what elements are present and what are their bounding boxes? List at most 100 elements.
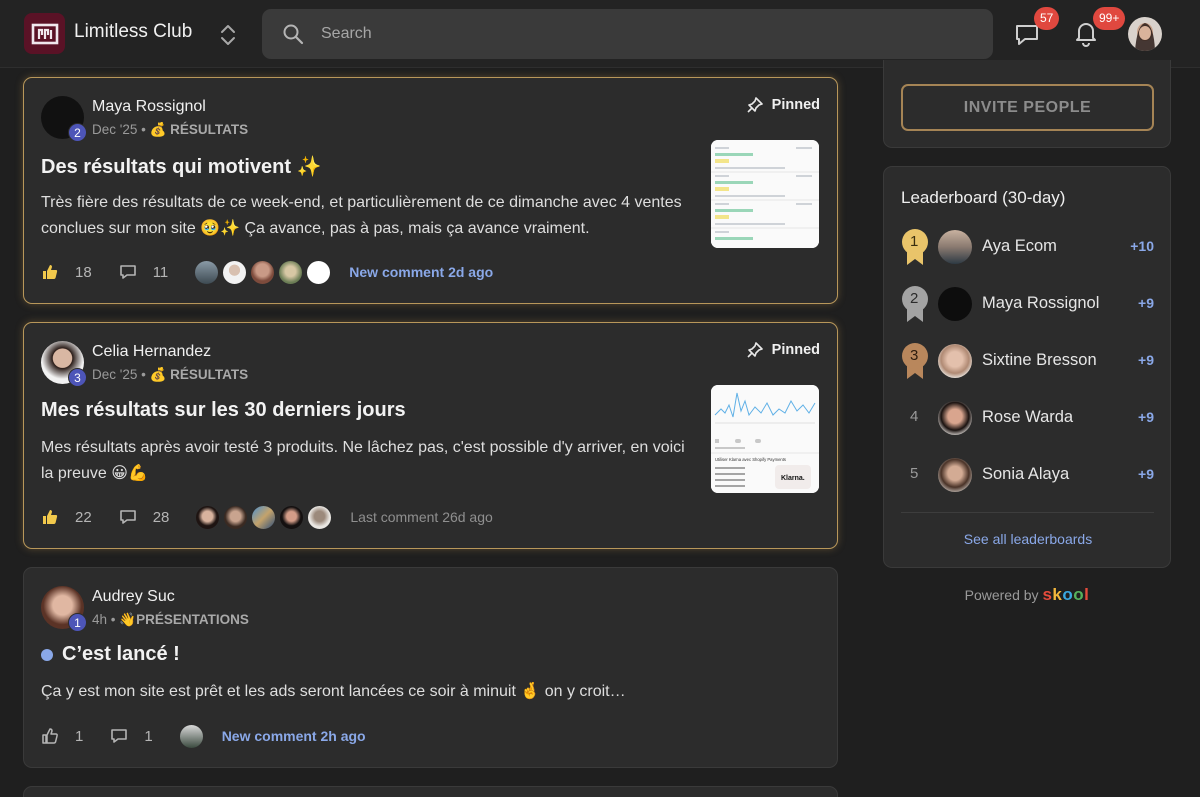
- last-activity[interactable]: New comment 2h ago: [222, 728, 366, 744]
- member-name[interactable]: Sonia Alaya: [982, 465, 1069, 484]
- member-avatar[interactable]: [938, 230, 972, 264]
- post-actions: 18 11 New comment 2d ago: [41, 257, 493, 287]
- thumbnail-caption: Utiliser Klarna avec Shopify Payments: [715, 457, 786, 462]
- category-emoji: 💰: [149, 367, 167, 382]
- member-points: +9: [1138, 295, 1154, 311]
- level-badge: 3: [68, 368, 87, 387]
- post-date: Dec '25: [92, 122, 138, 137]
- commenter-avatars: [177, 722, 206, 750]
- commenter-avatar[interactable]: [249, 258, 277, 286]
- comment-icon[interactable]: [110, 727, 128, 745]
- last-activity[interactable]: New comment 2d ago: [349, 264, 493, 280]
- commenter-avatar[interactable]: [306, 503, 334, 531]
- skool-logo: skool: [1042, 585, 1090, 604]
- post-actions: 1 1 New comment 2h ago: [41, 721, 366, 751]
- member-avatar[interactable]: [938, 344, 972, 378]
- comment-icon[interactable]: [119, 508, 137, 526]
- post-body: Ça y est mon site est prêt et les ads se…: [41, 683, 626, 700]
- post-title[interactable]: C’est lancé !: [62, 643, 180, 666]
- post-category[interactable]: RÉSULTATS: [170, 122, 248, 137]
- member-avatar[interactable]: [938, 401, 972, 435]
- notification-badge: 99+: [1093, 7, 1126, 30]
- post-category[interactable]: PRÉSENTATIONS: [136, 612, 249, 627]
- level-badge: 2: [68, 123, 87, 142]
- post-card[interactable]: 2 Maya Rossignol Dec '25 • 💰 RÉSULTATS P…: [23, 77, 838, 304]
- comment-icon[interactable]: [119, 263, 137, 281]
- commenter-avatar[interactable]: [250, 503, 278, 531]
- post-card[interactable]: 3 Celia Hernandez Dec '25 • 💰 RÉSULTATS …: [23, 322, 838, 549]
- club-name[interactable]: Limitless Club: [74, 21, 192, 43]
- last-activity[interactable]: Last comment 26d ago: [350, 509, 492, 525]
- commenter-avatar[interactable]: [278, 503, 306, 531]
- leaderboard-title: Leaderboard (30-day): [901, 188, 1066, 207]
- chat-badge: 57: [1034, 7, 1060, 30]
- search-input[interactable]: [321, 20, 961, 48]
- level-badge: 1: [68, 613, 87, 632]
- comment-count: 1: [144, 727, 153, 745]
- leaderboard-row[interactable]: 4 Rose Warda +9: [901, 398, 1154, 438]
- member-points: +9: [1138, 466, 1154, 482]
- category-emoji: 💰: [149, 122, 167, 137]
- unread-dot-icon: [41, 648, 53, 661]
- pin-icon: [747, 342, 763, 358]
- commenter-avatar[interactable]: [221, 258, 249, 286]
- category-emoji: 👋: [119, 612, 137, 627]
- commenter-avatar[interactable]: [222, 503, 250, 531]
- club-logo[interactable]: [24, 13, 65, 54]
- post-title[interactable]: Mes résultats sur les 30 derniers jours: [41, 399, 406, 422]
- leaderboard-row[interactable]: 2 Maya Rossignol +9: [901, 284, 1154, 324]
- invite-people-button[interactable]: INVITE PEOPLE: [901, 84, 1154, 131]
- like-icon[interactable]: [41, 727, 59, 745]
- post-date: Dec '25: [92, 367, 138, 382]
- post-actions: 22 28 Last comment 26d ago: [41, 502, 493, 532]
- member-avatar[interactable]: [938, 458, 972, 492]
- commenter-avatar[interactable]: [305, 258, 333, 286]
- user-avatar[interactable]: [1128, 17, 1162, 51]
- member-name[interactable]: Rose Warda: [982, 408, 1073, 427]
- leaderboard-row[interactable]: 5 Sonia Alaya +9: [901, 455, 1154, 495]
- comment-count: 28: [152, 508, 170, 526]
- commenter-avatars: [194, 503, 334, 531]
- rank-number: 4: [910, 408, 919, 425]
- analytics-screenshot-image: Utiliser Klarna avec Shopify Payments Kl…: [711, 385, 819, 493]
- switch-community-icon[interactable]: [218, 22, 238, 48]
- powered-by-label: Powered by: [964, 587, 1039, 603]
- rank-number: 5: [910, 465, 919, 482]
- powered-by[interactable]: Powered by skool: [883, 585, 1171, 605]
- post-title-row[interactable]: C’est lancé !: [41, 643, 180, 666]
- search-icon: [283, 24, 304, 45]
- rank-number: 1: [910, 233, 919, 250]
- leaderboard-row[interactable]: 1 Aya Ecom +10: [901, 227, 1154, 267]
- author-name[interactable]: Audrey Suc: [92, 588, 175, 606]
- search-bar[interactable]: [262, 9, 993, 59]
- post-category[interactable]: RÉSULTATS: [170, 367, 248, 382]
- member-name[interactable]: Aya Ecom: [982, 237, 1057, 256]
- klarna-logo: Klarna.: [781, 475, 805, 482]
- commenter-avatar[interactable]: [193, 258, 221, 286]
- post-meta: Dec '25 • 💰 RÉSULTATS: [92, 122, 249, 137]
- member-points: +10: [1130, 238, 1154, 254]
- like-count: 1: [75, 727, 84, 745]
- commenter-avatar[interactable]: [277, 258, 305, 286]
- post-body: Mes résultats après avoir testé 3 produi…: [41, 439, 685, 482]
- like-icon[interactable]: [41, 263, 59, 281]
- commenter-avatar[interactable]: [194, 503, 222, 531]
- member-points: +9: [1138, 409, 1154, 425]
- like-icon[interactable]: [41, 508, 59, 526]
- see-all-leaderboards-link[interactable]: See all leaderboards: [884, 531, 1172, 547]
- post-card-partial[interactable]: [23, 786, 838, 797]
- post-thumbnail[interactable]: Utiliser Klarna avec Shopify Payments Kl…: [711, 385, 819, 493]
- pinned-label: Pinned: [771, 96, 820, 113]
- member-avatar[interactable]: [938, 287, 972, 321]
- author-name[interactable]: Celia Hernandez: [92, 343, 211, 361]
- post-title[interactable]: Des résultats qui motivent ✨: [41, 154, 322, 179]
- commenter-avatar[interactable]: [177, 722, 205, 750]
- post-thumbnail[interactable]: [711, 140, 819, 248]
- member-name[interactable]: Sixtine Bresson: [982, 351, 1097, 370]
- post-meta: Dec '25 • 💰 RÉSULTATS: [92, 367, 249, 382]
- leaderboard-row[interactable]: 3 Sixtine Bresson +9: [901, 341, 1154, 381]
- author-name[interactable]: Maya Rossignol: [92, 98, 206, 116]
- member-name[interactable]: Maya Rossignol: [982, 294, 1099, 313]
- like-count: 22: [75, 508, 92, 526]
- post-card[interactable]: 1 Audrey Suc 4h • 👋PRÉSENTATIONS C’est l…: [23, 567, 838, 768]
